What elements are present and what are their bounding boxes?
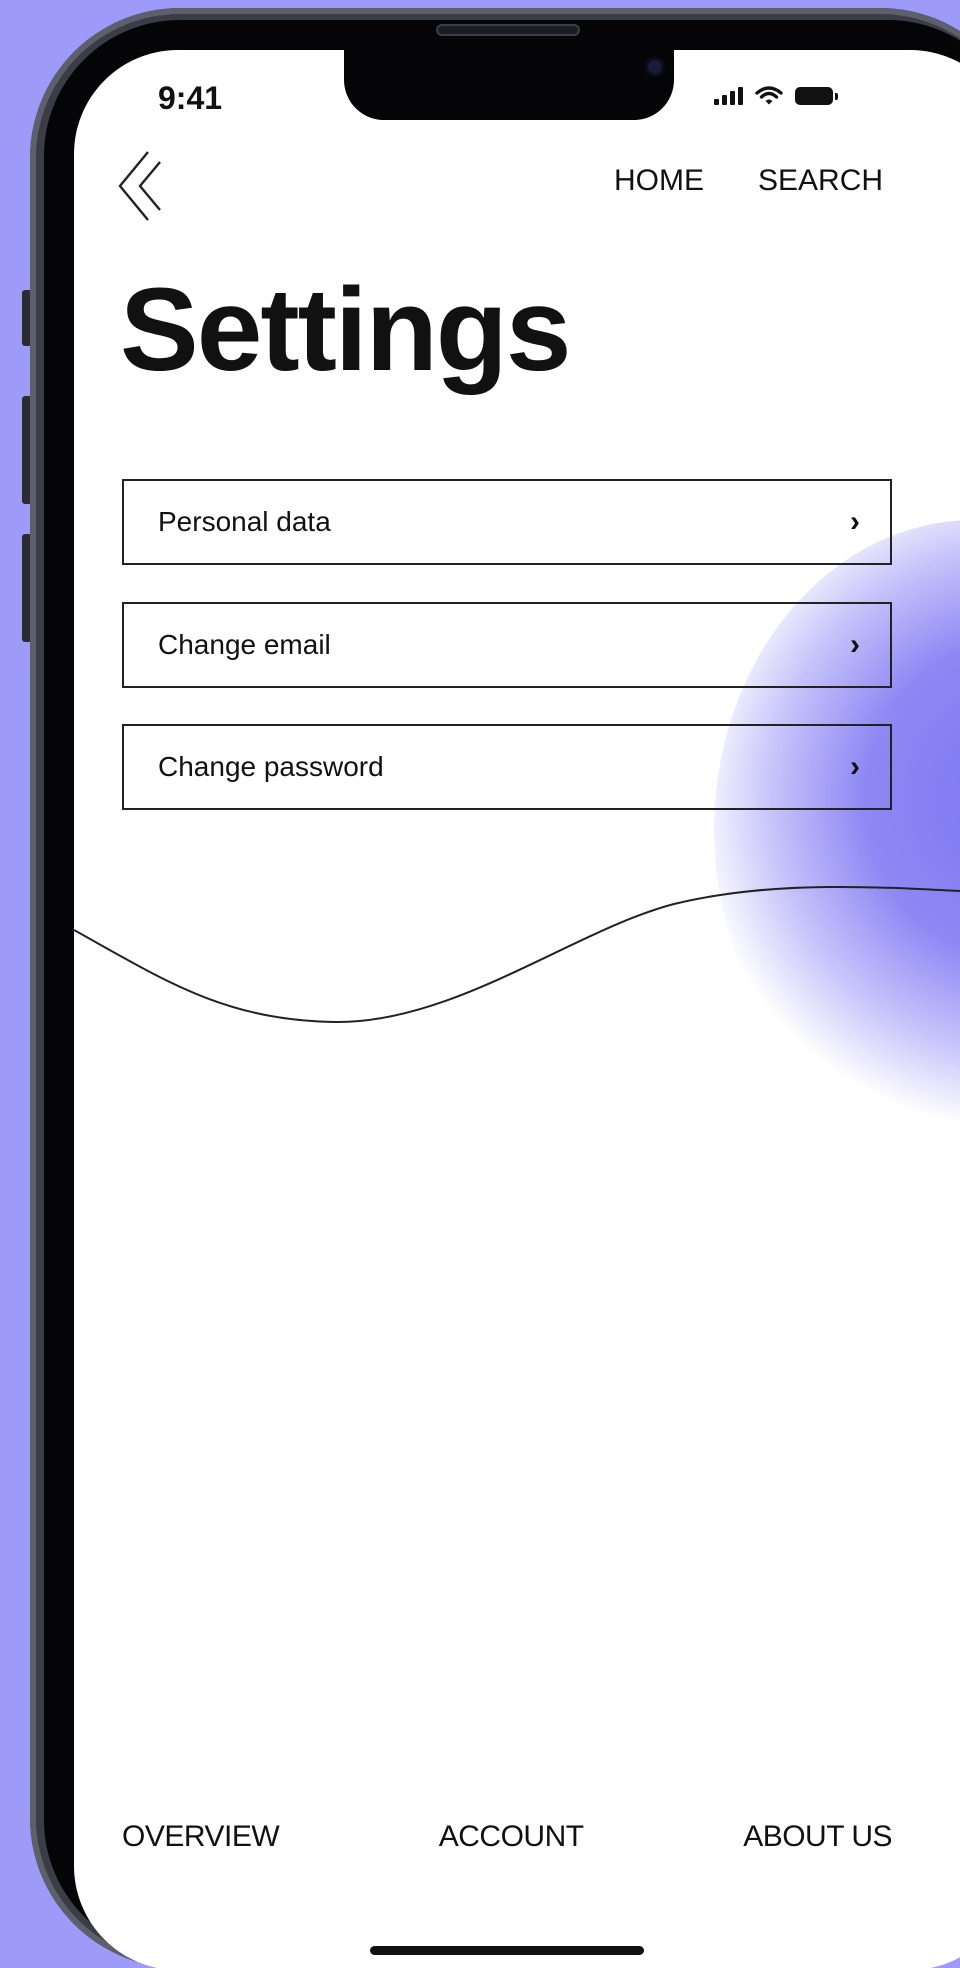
nav-search[interactable]: SEARCH — [758, 164, 883, 198]
decorative-wave — [74, 885, 960, 1024]
status-time: 9:41 — [158, 80, 223, 116]
nav-account[interactable]: ACCOUNT — [439, 1820, 584, 1854]
chevron-right-icon: › — [850, 750, 860, 783]
settings-item-label: Change email — [158, 629, 331, 660]
nav-overview[interactable]: OVERVIEW — [122, 1820, 280, 1854]
phone-screen: 9:41 HOME SEARCH Settings Personal data … — [74, 50, 960, 1968]
signal-icon — [714, 87, 743, 105]
back-button[interactable] — [114, 148, 170, 224]
settings-item-change-email[interactable]: Change email › — [122, 602, 892, 688]
top-nav: HOME SEARCH — [614, 164, 883, 198]
wifi-icon — [755, 86, 783, 105]
settings-item-change-password[interactable]: Change password › — [122, 724, 892, 810]
stage: 9:41 HOME SEARCH Settings Personal data … — [0, 0, 960, 1968]
front-camera — [648, 60, 662, 74]
earpiece-speaker — [436, 24, 580, 36]
home-indicator[interactable] — [370, 1946, 644, 1955]
battery-icon — [795, 87, 838, 105]
page-title: Settings — [120, 264, 571, 396]
bottom-nav: OVERVIEW ACCOUNT ABOUT US — [122, 1820, 892, 1854]
chevron-left-icon — [118, 151, 161, 221]
nav-home[interactable]: HOME — [614, 164, 704, 198]
chevron-right-icon: › — [850, 628, 860, 661]
status-icons — [714, 86, 838, 106]
notch — [344, 50, 674, 120]
settings-item-label: Personal data — [158, 506, 331, 537]
settings-item-personal-data[interactable]: Personal data › — [122, 479, 892, 565]
nav-about-us[interactable]: ABOUT US — [743, 1820, 892, 1854]
settings-item-label: Change password — [158, 751, 384, 782]
chevron-right-icon: › — [850, 505, 860, 538]
